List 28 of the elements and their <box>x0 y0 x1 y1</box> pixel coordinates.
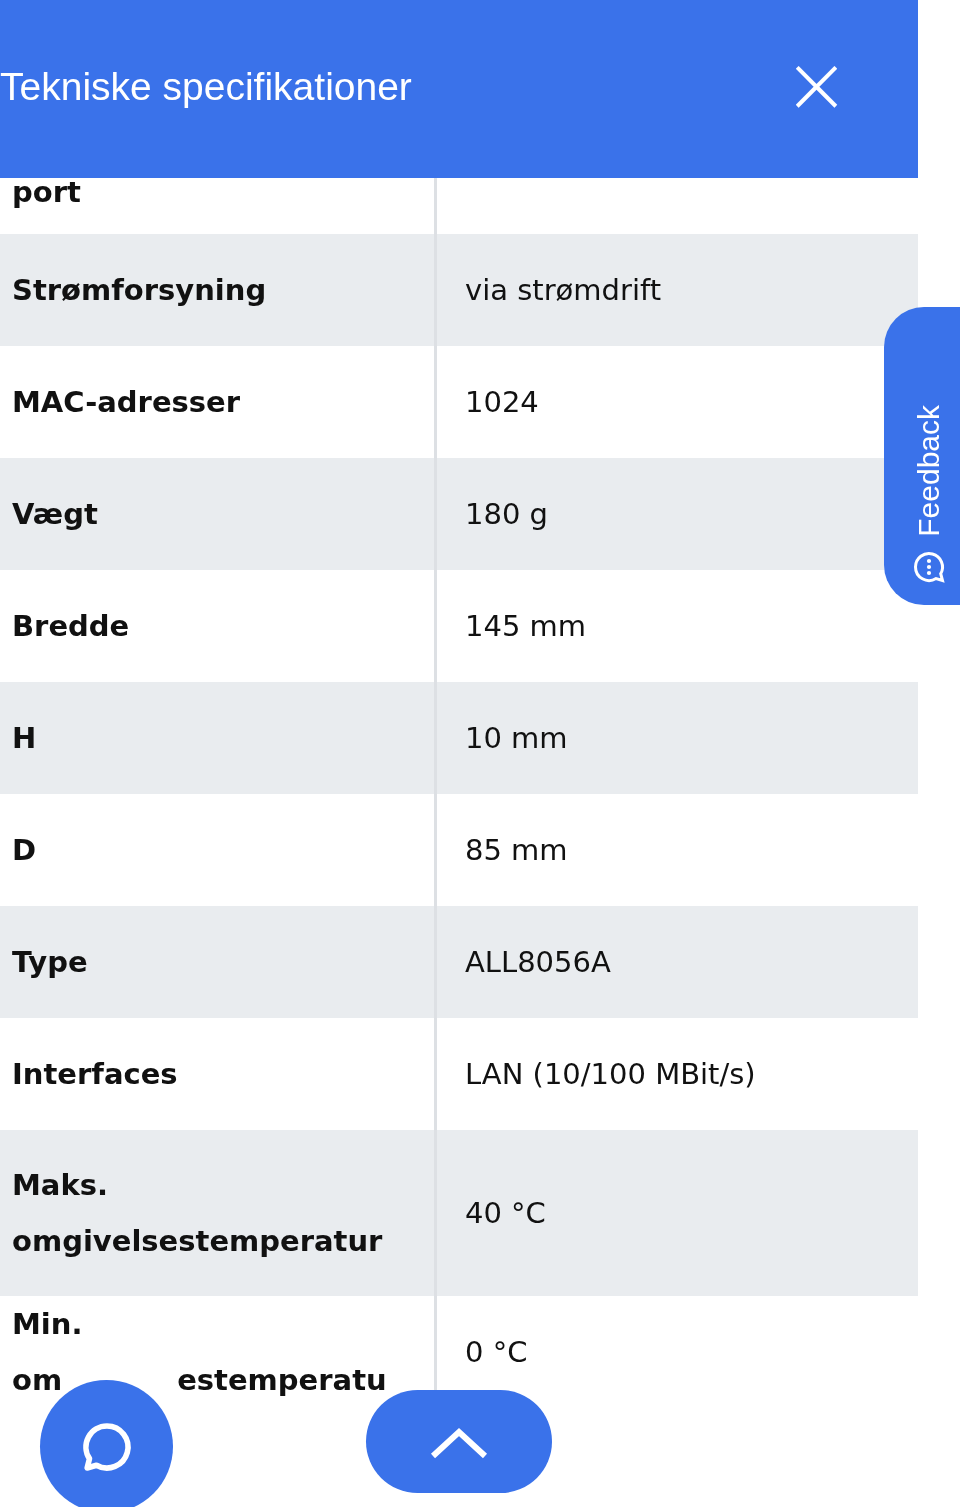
spec-value: 180 g <box>465 497 548 531</box>
spec-label: H <box>12 720 37 757</box>
chat-bubble-icon <box>911 549 947 585</box>
spec-value: 85 mm <box>465 833 568 867</box>
spec-value: 40 °C <box>465 1196 546 1230</box>
spec-label: Type <box>12 944 88 981</box>
spec-value: ALL8056A <box>465 945 611 979</box>
spec-label: estemperatu <box>177 1362 387 1399</box>
spec-label: om <box>12 1362 63 1399</box>
spec-value: 10 mm <box>465 721 568 755</box>
spec-label: port <box>12 174 81 210</box>
spec-label: D <box>12 832 37 869</box>
spec-label: Maks. omgivelsestemperatur <box>12 1167 384 1260</box>
spec-label: Min. <box>12 1306 83 1343</box>
close-button[interactable]: × <box>782 45 850 125</box>
spec-label: MAC-adresser <box>12 384 241 421</box>
spec-label: Bredde <box>12 608 130 645</box>
spec-label: Strømforsyning <box>12 272 267 309</box>
spec-value: 145 mm <box>465 609 587 643</box>
spec-label: Interfaces <box>12 1056 178 1093</box>
dialog-title: Tekniske specifikationer <box>0 64 412 109</box>
spec-value: 1024 <box>465 385 539 419</box>
feedback-label: Feedback <box>911 405 946 537</box>
spec-value: via strømdrift <box>465 273 662 307</box>
spec-value: 0 °C <box>465 1335 528 1369</box>
spec-value: LAN (10/100 MBit/s) <box>465 1057 756 1091</box>
spec-label: Vægt <box>12 496 98 533</box>
feedback-tab[interactable]: Feedback <box>884 307 960 605</box>
